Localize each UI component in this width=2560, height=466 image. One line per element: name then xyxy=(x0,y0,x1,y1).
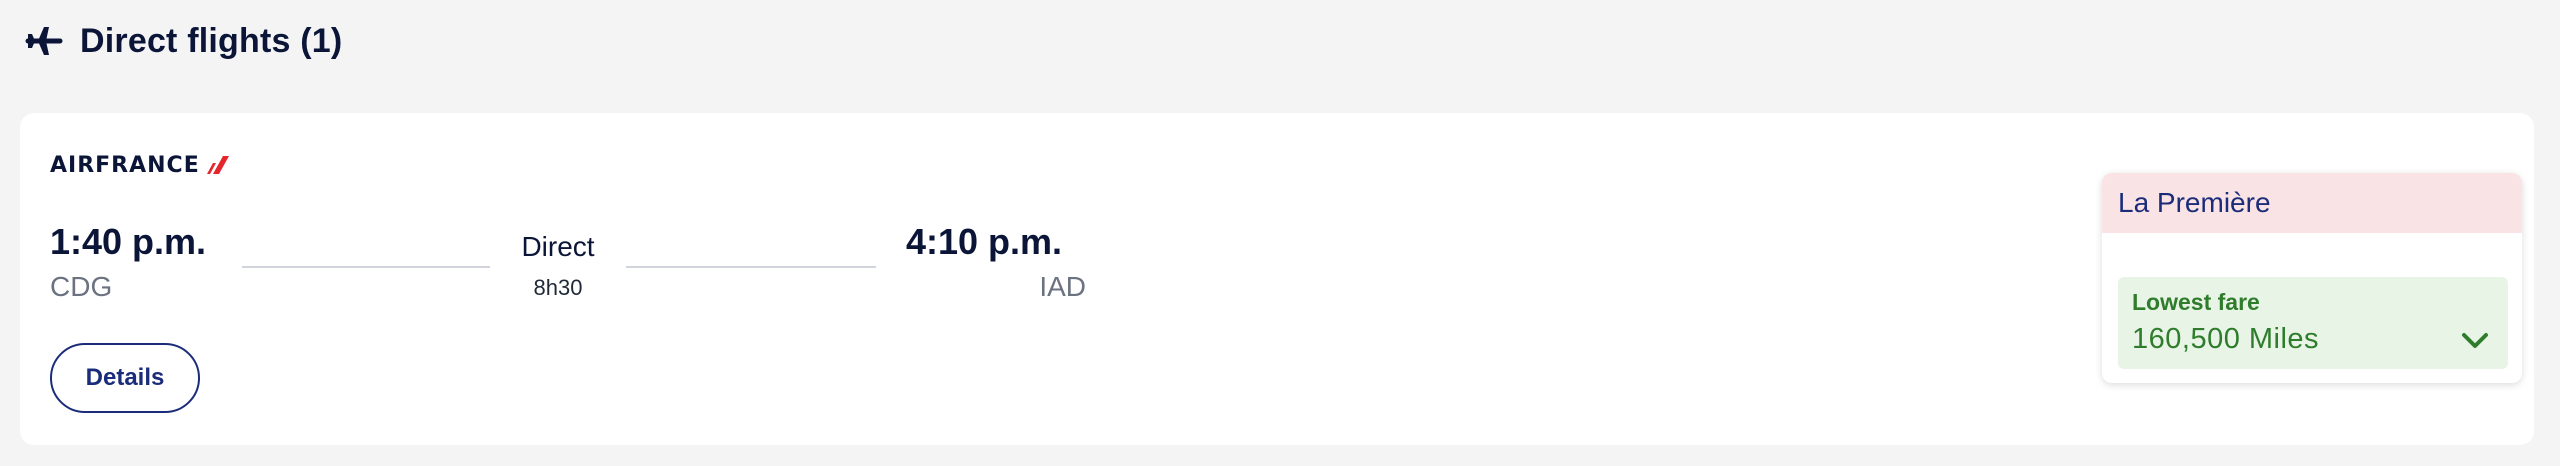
lowest-fare-box[interactable]: Lowest fare 160,500 Miles xyxy=(2118,277,2508,369)
details-button[interactable]: Details xyxy=(50,343,200,413)
chevron-down-icon[interactable] xyxy=(2460,329,2490,351)
cabin-header: La Première xyxy=(2102,173,2522,233)
stops-label: Direct xyxy=(521,231,595,262)
airline-name: AIRFRANCE xyxy=(50,152,200,178)
route-line-left xyxy=(242,266,490,268)
cabin-fare-card[interactable]: La Première Lowest fare 160,500 Miles xyxy=(2102,173,2522,383)
section-title: Direct flights (1) xyxy=(80,21,343,60)
cabin-name: La Première xyxy=(2118,187,2271,218)
flight-card: AIRFRANCE 1:40 p.m. CDG Direct 8h30 4:10… xyxy=(20,113,2534,445)
airplane-icon xyxy=(24,21,64,61)
airline-logo-mark xyxy=(206,156,229,174)
departure-airport: CDG xyxy=(50,271,113,302)
arrival-airport: IAD xyxy=(1039,271,1086,302)
fare-price: 160,500 Miles xyxy=(2132,323,2320,355)
airline-logo: AIRFRANCE xyxy=(50,152,230,178)
departure-time: 1:40 p.m. xyxy=(50,221,207,262)
fare-label: Lowest fare xyxy=(2132,289,2260,315)
arrival-time: 4:10 p.m. xyxy=(906,221,1063,262)
section-header: Direct flights (1) xyxy=(24,18,342,64)
duration-label: 8h30 xyxy=(533,275,583,300)
route-line-right xyxy=(626,266,876,268)
